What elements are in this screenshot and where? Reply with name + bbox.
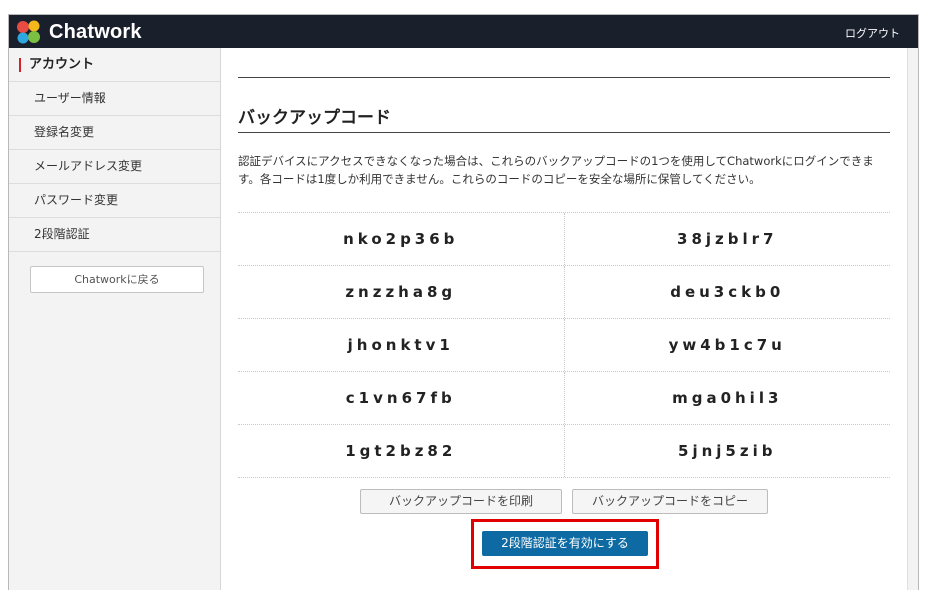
logout-link[interactable]: ログアウト	[845, 25, 900, 41]
logo[interactable]: Chatwork	[15, 20, 142, 44]
chatwork-logo-icon	[17, 20, 40, 44]
backup-code: yw4b1c7u	[668, 336, 786, 354]
sidebar-heading-label: アカウント	[29, 57, 95, 72]
copy-backup-codes-button[interactable]: バックアップコードをコピー	[572, 489, 768, 514]
backup-code: jhonktv1	[238, 319, 565, 371]
backup-code: deu3ckb0	[670, 283, 785, 301]
title-divider	[238, 132, 890, 133]
sidebar-item-change-name[interactable]: 登録名変更	[9, 116, 220, 150]
active-indicator	[19, 57, 21, 72]
sidebar: アカウント ユーザー情報 登録名変更 メールアドレス変更 パスワード変更 2段階…	[9, 48, 221, 590]
sidebar-item-change-password[interactable]: パスワード変更	[9, 184, 220, 218]
code-row: c1vn67fb mga0hil3	[238, 371, 890, 424]
backup-code: mga0hil3	[672, 389, 783, 407]
main-content: バックアップコード 認証デバイスにアクセスできなくなった場合は、これらのバックア…	[221, 48, 907, 590]
top-bar: Chatwork ログアウト	[9, 15, 918, 48]
code-row: jhonktv1 yw4b1c7u	[238, 318, 890, 371]
sidebar-item-change-email[interactable]: メールアドレス変更	[9, 150, 220, 184]
sidebar-item-user-info[interactable]: ユーザー情報	[9, 82, 220, 116]
backup-code: nko2p36b	[238, 213, 565, 265]
backup-code: 38jzblr7	[677, 230, 778, 248]
backup-code: znzzha8g	[238, 266, 565, 318]
backup-codes-table: nko2p36b 38jzblr7 znzzha8g deu3ckb0 jhon…	[238, 212, 890, 478]
back-to-chatwork-button[interactable]: Chatworkに戻る	[30, 266, 204, 293]
backup-code: c1vn67fb	[238, 372, 565, 424]
code-row: nko2p36b 38jzblr7	[238, 212, 890, 265]
app-name: Chatwork	[49, 20, 142, 43]
sidebar-item-two-step-auth[interactable]: 2段階認証	[9, 218, 220, 252]
enable-two-step-auth-button[interactable]: 2段階認証を有効にする	[482, 531, 648, 556]
app-window: Chatwork ログアウト アカウント ユーザー情報 登録名変更 メールアドレ…	[8, 14, 919, 590]
sidebar-heading: アカウント	[9, 48, 220, 82]
description-text: 認証デバイスにアクセスできなくなった場合は、これらのバックアップコードの1つを使…	[238, 154, 874, 186]
code-row: znzzha8g deu3ckb0	[238, 265, 890, 318]
top-divider	[238, 77, 890, 78]
code-row: 1gt2bz82 5jnj5zib	[238, 424, 890, 478]
right-gutter	[907, 48, 918, 590]
print-backup-codes-button[interactable]: バックアップコードを印刷	[360, 489, 562, 514]
backup-code: 1gt2bz82	[238, 425, 565, 477]
backup-code: 5jnj5zib	[678, 442, 777, 460]
highlight-box: 2段階認証を有効にする	[471, 519, 659, 569]
page-title: バックアップコード	[238, 108, 391, 128]
